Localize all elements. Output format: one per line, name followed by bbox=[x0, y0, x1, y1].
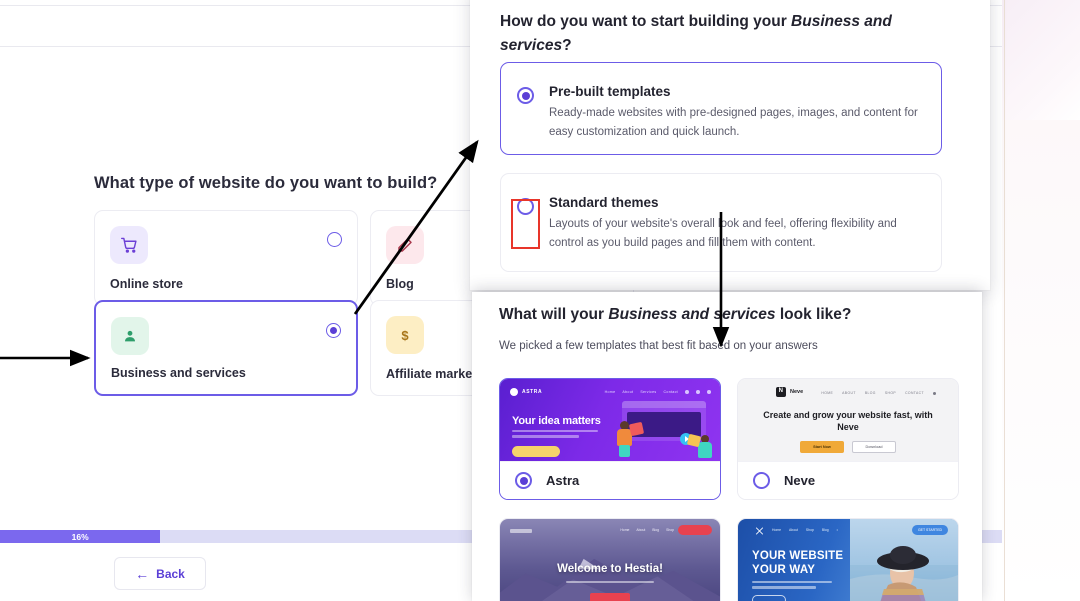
template-card-your-website-your-way[interactable]: Home About Shop Blog • GET STARTED YOUR WEBS… bbox=[737, 518, 959, 601]
astra-headline: Your idea matters bbox=[512, 415, 601, 427]
nav-item: About bbox=[622, 390, 634, 394]
option-radio[interactable] bbox=[326, 323, 341, 338]
headline-line-2: YOUR WAY bbox=[752, 564, 816, 577]
template-radio-neve[interactable] bbox=[753, 472, 770, 489]
choice-description: Ready-made websites with pre-designed pa… bbox=[549, 107, 918, 139]
back-button[interactable]: ← Back bbox=[114, 557, 206, 590]
social-icon bbox=[685, 390, 689, 394]
option-card-online-store[interactable]: Online store bbox=[94, 210, 358, 306]
nav-item: BLOG bbox=[864, 391, 876, 395]
option-label: Online store bbox=[110, 277, 183, 291]
shopping-cart-icon bbox=[110, 226, 148, 264]
choice-title: Standard themes bbox=[549, 195, 659, 210]
option-label: Business and services bbox=[111, 366, 246, 380]
person-icon bbox=[111, 317, 149, 355]
astra-logo: ASTRA bbox=[510, 388, 542, 396]
hestia-subtext bbox=[566, 581, 654, 584]
social-icon bbox=[696, 390, 700, 394]
template-name: Neve bbox=[784, 473, 816, 488]
neve-logo: Neve bbox=[776, 387, 803, 397]
template-footer[interactable]: Astra bbox=[500, 461, 720, 499]
blue-headline: YOUR WEBSITE YOUR WAY bbox=[752, 549, 843, 577]
blue-paragraph-placeholder bbox=[752, 581, 832, 592]
panel-bottom-heading: What will your Business and services loo… bbox=[499, 306, 851, 324]
option-card-business-and-services[interactable]: Business and services bbox=[94, 300, 358, 396]
heading-suffix: ? bbox=[562, 37, 572, 55]
hestia-nav: Home About Blog Shop bbox=[620, 528, 674, 532]
nav-item: HOME bbox=[821, 391, 834, 395]
right-vertical-rule bbox=[1004, 0, 1005, 601]
nav-item: CONTACT bbox=[905, 391, 924, 395]
template-preview-neve: Neve HOME ABOUT BLOG SHOP CONTACT Create… bbox=[738, 379, 958, 463]
choice-title: Pre-built templates bbox=[549, 84, 671, 99]
choice-card-pre-built-templates[interactable]: Pre-built templates Ready-made websites … bbox=[500, 62, 942, 155]
astra-brand-text: ASTRA bbox=[522, 389, 543, 395]
template-preview-your-website-your-way: Home About Shop Blog • GET STARTED YOUR WEBS… bbox=[738, 519, 958, 601]
template-results-panel: What will your Business and services loo… bbox=[472, 292, 982, 601]
neve-secondary-button: Download bbox=[852, 441, 896, 453]
progress-percent-label: 16% bbox=[71, 531, 89, 542]
option-radio[interactable] bbox=[327, 232, 342, 247]
hestia-brand bbox=[510, 529, 532, 533]
headline-line-1: YOUR WEBSITE bbox=[752, 550, 844, 562]
nav-item: Contact bbox=[663, 390, 678, 394]
neve-brand-text: Neve bbox=[790, 389, 804, 395]
dollar-glyph: $ bbox=[401, 327, 409, 343]
chevron-down-icon bbox=[933, 391, 936, 395]
template-preview-hestia: Home About Blog Shop Welcome to Hestia! bbox=[500, 519, 720, 601]
neve-headline: Create and grow your website fast, with … bbox=[763, 410, 933, 433]
astra-cta-button bbox=[512, 446, 560, 457]
template-preview-astra: ASTRA Home About Services Contact Your i… bbox=[500, 379, 720, 463]
hestia-cta-button bbox=[678, 525, 712, 535]
option-label: Blog bbox=[386, 277, 414, 291]
neve-primary-button: Start Now bbox=[800, 441, 844, 453]
choice-card-standard-themes[interactable]: Standard themes Layouts of your website'… bbox=[500, 173, 942, 272]
choice-description: Layouts of your website's overall look a… bbox=[549, 218, 897, 250]
right-background-tint bbox=[1002, 0, 1080, 120]
nav-item: Home bbox=[604, 390, 616, 394]
arrow-left-icon: ← bbox=[135, 565, 150, 582]
template-footer[interactable]: Neve bbox=[738, 461, 958, 499]
astra-paragraph-placeholder bbox=[512, 430, 598, 441]
heading-suffix: look like? bbox=[775, 306, 852, 323]
panel-top-heading: How do you want to start building your B… bbox=[500, 10, 950, 58]
astra-nav: Home About Services Contact bbox=[605, 390, 711, 394]
neve-buttons: Start Now Download bbox=[738, 441, 958, 453]
template-name: Astra bbox=[546, 473, 580, 488]
social-icon bbox=[707, 390, 711, 394]
blue-cta-button: GET STARTED bbox=[912, 525, 948, 535]
red-highlight-box bbox=[511, 199, 540, 249]
hestia-primary-button bbox=[590, 593, 630, 601]
astra-illustration bbox=[610, 401, 714, 459]
heading-emphasis: Business and services bbox=[608, 306, 776, 323]
back-button-label: Back bbox=[156, 566, 185, 581]
nav-item: SHOP bbox=[884, 391, 897, 395]
template-card-astra[interactable]: ASTRA Home About Services Contact Your i… bbox=[499, 378, 721, 500]
nav-item: ABOUT bbox=[842, 391, 856, 395]
heading-prefix: How do you want to start building your bbox=[500, 13, 792, 30]
nav-item: Services bbox=[640, 390, 657, 394]
wizard-question-title: What type of website do you want to buil… bbox=[94, 174, 438, 192]
blue-nav: Home About Shop Blog • bbox=[772, 528, 838, 532]
hestia-headline: Welcome to Hestia! bbox=[557, 563, 663, 575]
start-building-panel: How do you want to start building your B… bbox=[470, 0, 990, 290]
neve-nav: HOME ABOUT BLOG SHOP CONTACT bbox=[821, 391, 936, 395]
template-card-hestia[interactable]: HomeAboutBlogShop Welcome to Hestia! Hes… bbox=[499, 518, 721, 601]
template-card-neve[interactable]: Neve HOME ABOUT BLOG SHOP CONTACT Create… bbox=[737, 378, 959, 500]
template-logo-icon bbox=[755, 527, 764, 535]
pencil-icon bbox=[386, 226, 424, 264]
choice-radio-pre-built-templates[interactable] bbox=[517, 87, 534, 104]
template-radio-astra[interactable] bbox=[515, 472, 532, 489]
panel-bottom-subheading: We picked a few templates that best fit … bbox=[499, 340, 818, 352]
heading-prefix: What will your bbox=[499, 306, 609, 323]
dollar-tag-icon: $ bbox=[386, 316, 424, 354]
